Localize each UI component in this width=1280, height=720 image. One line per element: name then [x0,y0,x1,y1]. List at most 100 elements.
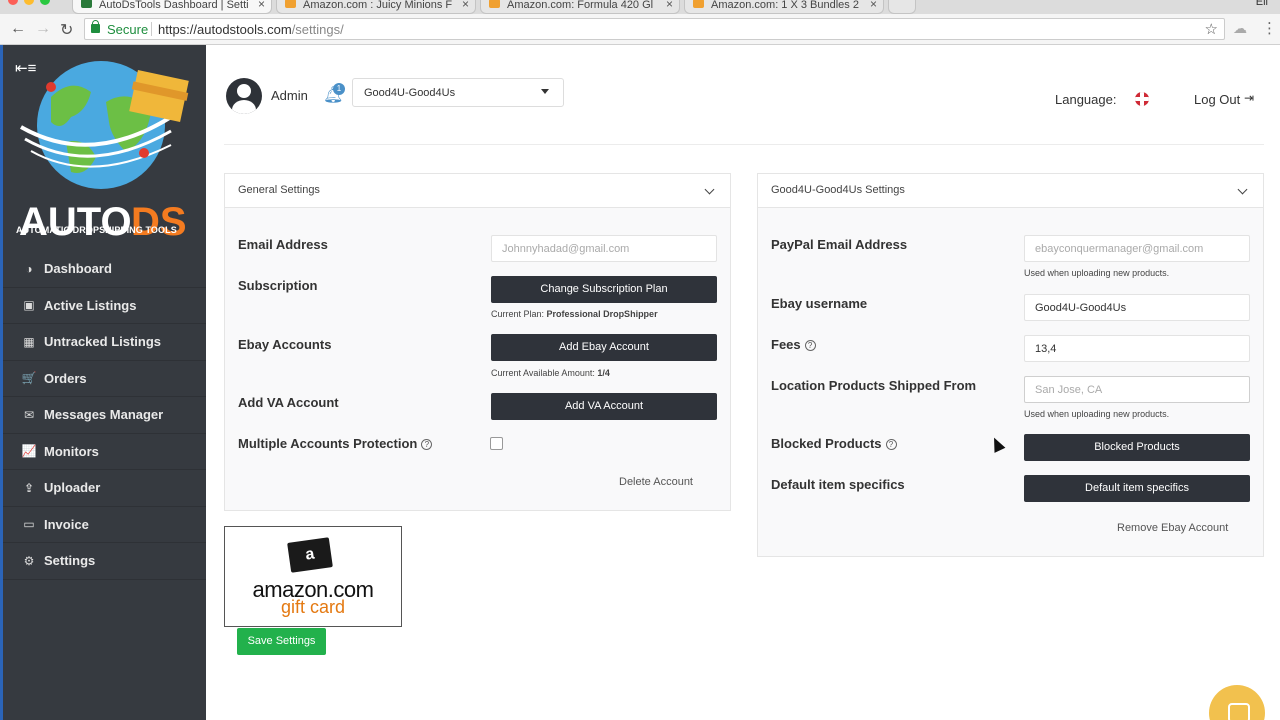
upload-icon: ⇪ [23,480,35,495]
language-label: Language: [1055,92,1117,107]
logo-wordmark-ds: DS [131,200,187,242]
amazon-gift-card-image: a amazon.com gift card [224,526,402,627]
autods-favicon-icon [81,0,92,8]
user-name[interactable]: Admin [271,88,308,103]
ebay-username-field[interactable]: Good4U-Good4Us [1024,294,1250,321]
uk-flag-icon[interactable] [1135,92,1149,106]
browser-tab-autods[interactable]: AutoDsTools Dashboard | Setti × [72,0,272,14]
logout-link[interactable]: Log Out [1194,92,1240,107]
paypal-note: Used when uploading new products. [1024,268,1170,278]
close-window-dot[interactable] [8,0,18,5]
sidebar-item-messages-manager[interactable]: ✉ Messages Manager [3,397,206,434]
forward-arrow-icon[interactable]: → [35,20,51,38]
add-ebay-account-button[interactable]: Add Ebay Account [491,334,717,361]
lock-icon [91,20,100,33]
new-tab-button[interactable] [888,0,916,14]
delete-account-link[interactable]: Delete Account [619,476,693,488]
browser-profile-name[interactable]: Eli [1256,0,1268,8]
available-amount-note: Current Available Amount: 1/4 [491,368,610,378]
help-icon[interactable]: ? [885,439,897,450]
email-field[interactable]: Johnnyhadad@gmail.com [491,235,717,262]
gift-card-bag-logo: a [287,537,333,573]
default-item-specifics-label: Default item specifics [771,477,905,492]
url-path: /settings/ [291,22,344,37]
chevron-down-icon[interactable] [1237,184,1248,195]
account-settings-panel: Good4U-Good4Us Settings PayPal Email Add… [757,173,1264,557]
save-settings-button[interactable]: Save Settings [237,628,326,655]
sidebar-item-monitors[interactable]: 📈 Monitors [3,434,206,470]
change-subscription-plan-button[interactable]: Change Subscription Plan [491,276,717,303]
default-item-specifics-button[interactable]: Default item specifics [1024,475,1250,502]
chevron-down-icon[interactable] [704,184,715,195]
location-note: Used when uploading new products. [1024,409,1170,419]
autods-logo: AUTO DS [19,61,189,242]
sidebar-toggle-icon[interactable]: ⇤≡ [15,59,36,77]
browser-toolbar: ← → ↻ Secure https://autodstools.com/set… [0,14,1280,45]
tab-close-icon[interactable]: × [666,0,673,11]
minimize-window-dot[interactable] [24,0,34,5]
blocked-products-button[interactable]: Blocked Products [1024,434,1250,461]
help-icon[interactable]: ? [421,439,433,450]
amazon-favicon-icon [489,0,500,8]
general-settings-title: General Settings [238,184,320,196]
browser-tab-amazon-1[interactable]: Amazon.com : Juicy Minions F × [276,0,476,14]
bookmark-star-icon[interactable]: ☆ [1205,20,1218,38]
sidebar-item-invoice[interactable]: ▭ Invoice [3,507,206,543]
sidebar-item-active-listings[interactable]: ▣ Active Listings [3,288,206,324]
url-host: https://autodstools.com [158,22,292,37]
maximize-window-dot[interactable] [40,0,50,5]
sidebar-item-orders[interactable]: 🛒 Orders [3,361,206,397]
logout-icon[interactable]: ⇥ [1244,91,1254,105]
reload-icon[interactable]: ↻ [60,20,73,40]
sidebar-item-dashboard[interactable]: ◑ Dashboard [3,251,206,288]
address-divider [151,22,152,36]
account-settings-header[interactable]: Good4U-Good4Us Settings [758,174,1263,208]
palette-icon: ◑ [25,261,33,276]
fees-field[interactable]: 13,4 [1024,335,1250,362]
help-icon[interactable]: ? [804,340,816,351]
browser-menu-icon[interactable]: ⋮ [1262,19,1277,37]
paypal-email-field[interactable]: ebayconquermanager@gmail.com [1024,235,1250,262]
logo-wordmark-auto: AUTO [19,200,132,242]
user-avatar[interactable] [226,78,262,114]
address-bar[interactable]: Secure https://autodstools.com/settings/… [84,18,1225,40]
sidebar-item-settings[interactable]: ⚙ Settings [3,543,206,580]
extension-cloud-icon[interactable]: ☁ [1233,20,1247,37]
browser-tab-amazon-3[interactable]: Amazon.com: 1 X 3 Bundles 2 × [684,0,884,14]
general-settings-header[interactable]: General Settings [225,174,730,208]
add-va-account-button[interactable]: Add VA Account [491,393,717,420]
header-divider [224,144,1264,145]
location-label: Location Products Shipped From [771,378,977,393]
secure-label: Secure [107,22,149,37]
browser-tab-amazon-2[interactable]: Amazon.com: Formula 420 Gl × [480,0,680,14]
location-field[interactable]: San Jose, CA [1024,376,1250,403]
multiple-accounts-protection-checkbox[interactable] [490,437,503,450]
gear-icon: ⚙ [23,553,35,568]
ebay-username-label: Ebay username [771,296,868,311]
tab-close-icon[interactable]: × [870,0,877,11]
line-chart-icon: 📈 [21,444,37,459]
account-select[interactable]: Good4U-Good4Us [352,78,564,107]
tab-close-icon[interactable]: × [462,0,469,11]
account-select-value: Good4U-Good4Us [364,87,456,99]
email-label: Email Address [238,237,328,252]
url-text: https://autodstools.com/settings/ [158,22,344,37]
back-arrow-icon[interactable]: ← [10,20,26,38]
cart-icon: 🛒 [21,371,37,386]
credit-card-icon: ▭ [23,517,35,532]
sidebar-item-uploader[interactable]: ⇪ Uploader [3,470,206,507]
va-account-label: Add VA Account [238,395,339,410]
sidebar-item-untracked-listings[interactable]: ▦ Untracked Listings [3,324,206,361]
remove-ebay-account-link[interactable]: Remove Ebay Account [1117,522,1228,534]
caret-down-icon [541,89,549,94]
browser-tab-strip: AutoDsTools Dashboard | Setti × Amazon.c… [0,0,1280,14]
calendar-icon: ▦ [23,334,35,349]
calendar-check-icon: ▣ [23,298,35,313]
logo-tagline: AUTOMATIC DROPSHIPPING TOOLS [16,225,177,235]
amazon-favicon-icon [693,0,704,8]
main-content: Admin 🔔︎ 1 Good4U-Good4Us Language: Log … [206,45,1280,720]
ebay-accounts-label: Ebay Accounts [238,337,332,352]
fees-label: Fees? [771,337,816,352]
tab-close-icon[interactable]: × [258,0,265,11]
chat-widget-icon[interactable] [1209,685,1265,720]
